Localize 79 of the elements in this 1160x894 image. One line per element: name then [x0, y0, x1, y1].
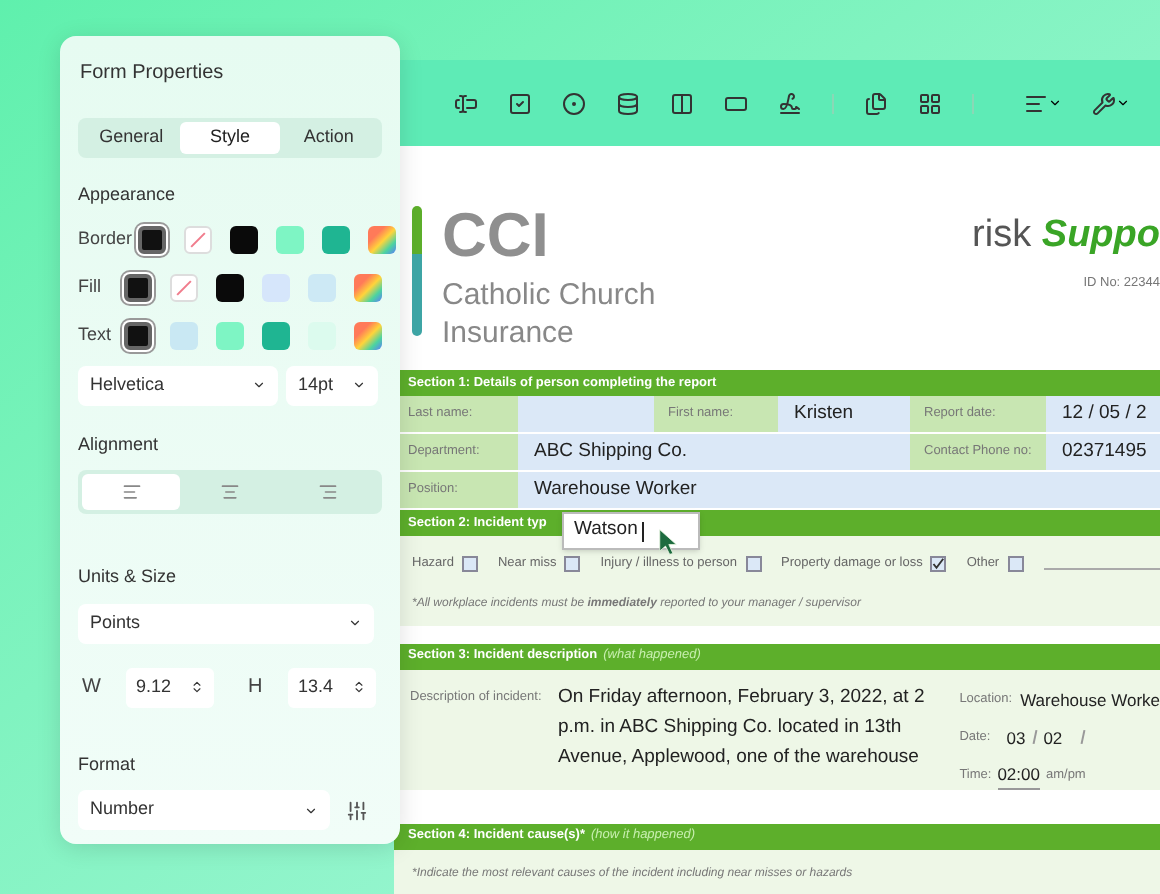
section-heading: Alignment — [78, 431, 161, 458]
input-field[interactable]: 02 — [1043, 725, 1063, 751]
align-icon[interactable] — [1024, 91, 1048, 115]
input-field[interactable]: Watson — [562, 512, 700, 550]
color-swatch[interactable] — [216, 321, 244, 349]
logo-text: CCI — [442, 206, 551, 266]
field-label: H — [248, 674, 265, 702]
alignment-button[interactable] — [82, 474, 181, 510]
row-label: Border — [78, 225, 133, 252]
checkbox[interactable] — [1007, 555, 1024, 572]
row-label: Fill — [78, 273, 103, 300]
text-field-icon[interactable] — [454, 91, 478, 115]
input-field[interactable]: Warehouse Worke — [1020, 687, 1160, 713]
caret-icon — [1116, 96, 1130, 110]
input-field[interactable]: 02:00 — [997, 762, 1040, 790]
description-text: On Friday afternoon, February 3, 2022, at 2 p.m. in ABC Shipping Co. located in 13th Avenue, Applewood, one of the warehouse — [558, 683, 927, 772]
checkbox[interactable] — [461, 555, 478, 572]
logo-subtitle: Insurance — [442, 314, 576, 352]
color-swatch[interactable] — [124, 321, 152, 349]
brand-logo: risk Suppo — [972, 212, 1160, 260]
tools-icon[interactable] — [1092, 91, 1116, 115]
color-swatch[interactable] — [216, 273, 244, 301]
field-label: W — [82, 674, 103, 702]
section-heading: Format — [78, 751, 138, 777]
logo-bar — [412, 206, 422, 336]
font-select[interactable]: Helvetica — [78, 365, 278, 405]
list-box-icon[interactable] — [616, 91, 640, 115]
logo-subtitle: Catholic Church — [442, 276, 656, 314]
stepper-icon — [352, 680, 366, 694]
color-swatch[interactable] — [262, 321, 290, 349]
color-swatch[interactable] — [308, 273, 336, 301]
caret-icon — [352, 378, 366, 392]
section-heading: Units & Size — [78, 564, 179, 590]
align-center-icon — [219, 482, 240, 502]
input-field[interactable]: Warehouse Worker — [518, 472, 1160, 508]
tab[interactable]: Style — [180, 122, 280, 154]
input-field[interactable] — [518, 396, 654, 432]
radio-button-icon[interactable] — [562, 91, 586, 115]
input-field[interactable]: 02371495 — [1046, 434, 1160, 470]
grid-icon[interactable] — [918, 91, 942, 115]
color-swatch[interactable] — [368, 225, 397, 253]
checkbox[interactable] — [745, 555, 762, 572]
caret-icon — [252, 378, 266, 392]
caret-icon — [304, 803, 318, 817]
caret-icon — [348, 616, 362, 630]
checkbox[interactable] — [564, 555, 581, 572]
color-swatch[interactable] — [276, 225, 305, 253]
tab[interactable]: Action — [279, 122, 378, 154]
size-select[interactable]: 14pt — [286, 365, 378, 405]
unit-select[interactable]: Points — [78, 603, 374, 643]
color-swatch[interactable] — [322, 225, 351, 253]
tab[interactable]: General — [82, 122, 181, 154]
caret-icon — [1048, 96, 1062, 110]
input-field[interactable]: 03 — [1006, 725, 1026, 751]
checkbox[interactable] — [930, 555, 947, 572]
panel-title: Form Properties — [80, 60, 226, 88]
align-right-icon — [318, 482, 339, 502]
stepper-icon — [190, 680, 204, 694]
sliders-icon[interactable] — [346, 799, 368, 821]
align-left-icon — [121, 482, 142, 502]
height-field[interactable]: 13.4 — [288, 667, 376, 707]
color-swatch[interactable] — [354, 321, 382, 349]
input-field[interactable]: Kristen — [778, 396, 910, 432]
color-swatch[interactable] — [230, 225, 259, 253]
signature-icon[interactable] — [778, 91, 802, 115]
button-icon[interactable] — [724, 91, 748, 115]
row-label: Text — [78, 321, 114, 348]
color-swatch[interactable] — [170, 321, 198, 349]
width-field[interactable]: 9.12 — [126, 667, 214, 707]
color-swatch[interactable] — [138, 225, 167, 253]
checkbox-icon[interactable] — [508, 91, 532, 115]
input-field[interactable]: ABC Shipping Co. — [518, 434, 910, 470]
input-field[interactable]: 12 / 05 / 2 — [1046, 396, 1160, 432]
format-select[interactable]: Number — [78, 790, 330, 830]
section-heading: Appearance — [78, 182, 178, 208]
copy-icon[interactable] — [864, 91, 888, 115]
color-swatch[interactable] — [124, 273, 152, 301]
color-swatch[interactable] — [354, 273, 382, 301]
columns-icon[interactable] — [670, 91, 694, 115]
